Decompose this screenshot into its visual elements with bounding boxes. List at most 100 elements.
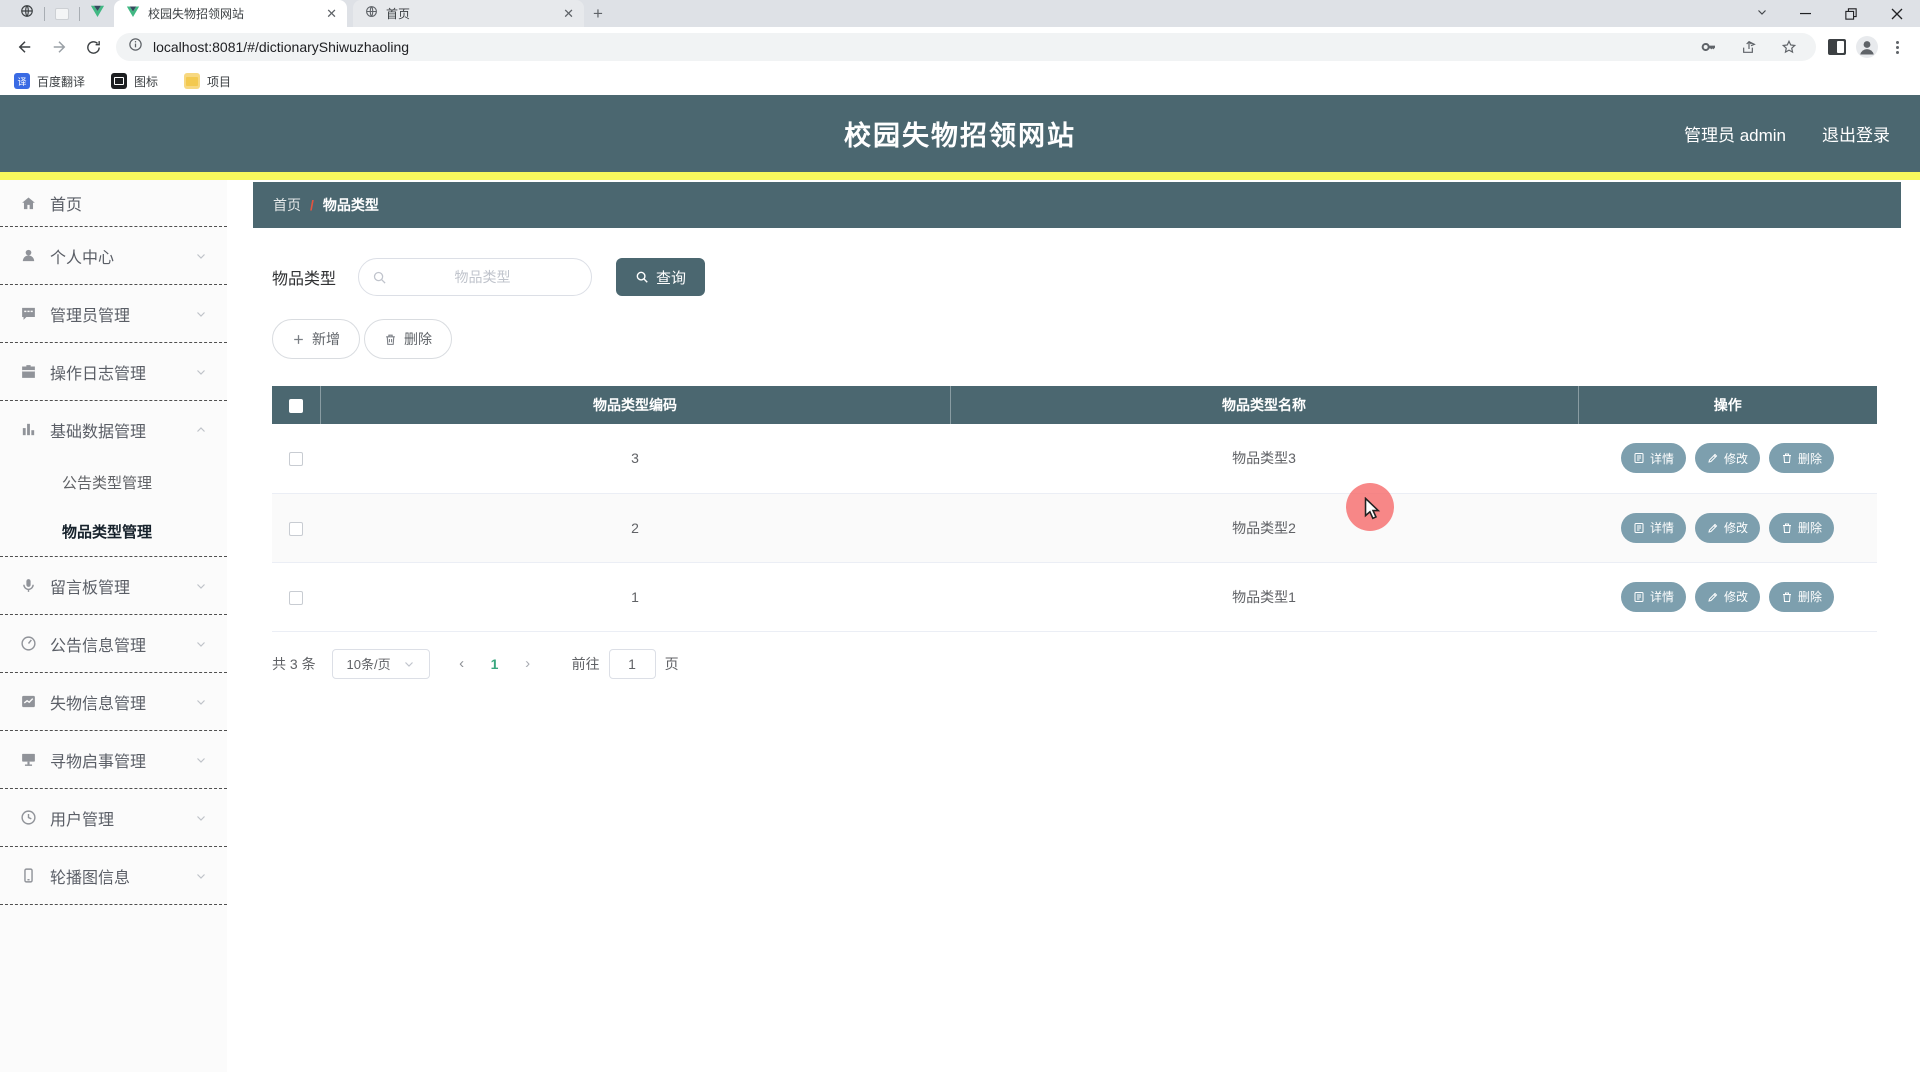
vue-logo-icon	[126, 5, 140, 23]
query-button[interactable]: 查询	[616, 258, 706, 296]
detail-button[interactable]: 详情	[1620, 581, 1686, 612]
sidebar-item-basic-data[interactable]: 基础数据管理	[0, 401, 227, 458]
row-delete-button[interactable]: 删除	[1769, 512, 1835, 543]
bookmark-baidu-translate[interactable]: 译 百度翻译	[14, 73, 85, 90]
cell-code: 3	[320, 424, 950, 494]
sidebar-item-home[interactable]: 首页	[0, 180, 227, 226]
sidebar-item-personal-center[interactable]: 个人中心	[0, 227, 227, 284]
bookmark-project[interactable]: 项目	[184, 73, 231, 90]
select-all-cell	[272, 386, 321, 424]
next-page-button[interactable]: ›	[510, 655, 546, 672]
search-input[interactable]	[387, 269, 579, 285]
table-row: 1 物品类型1 详情 修改 删除	[272, 562, 1877, 632]
table-toolbar: 新增 删除	[272, 319, 1882, 359]
breadcrumb-home-link[interactable]: 首页	[273, 195, 301, 215]
row-checkbox[interactable]	[289, 590, 303, 605]
sidebar-item-label: 操作日志管理	[50, 365, 147, 383]
pinned-tab-blank[interactable]	[45, 0, 79, 27]
browser-url-bar: localhost:8081/#/dictionaryShiwuzhaoling	[0, 27, 1920, 67]
pinned-tab-vue[interactable]	[80, 0, 114, 27]
share-icon[interactable]	[1734, 32, 1764, 62]
sidebar-subitem-notice-type[interactable]: 公告类型管理	[0, 458, 227, 507]
url-text[interactable]: localhost:8081/#/dictionaryShiwuzhaoling	[153, 39, 409, 55]
vue-logo-icon	[90, 4, 105, 23]
reload-button[interactable]	[76, 30, 110, 64]
edit-button[interactable]: 修改	[1694, 443, 1760, 474]
omnibox[interactable]: localhost:8081/#/dictionaryShiwuzhaoling	[116, 33, 1816, 61]
add-button[interactable]: 新增	[272, 319, 360, 359]
window-close-button[interactable]	[1874, 0, 1920, 27]
row-delete-button[interactable]: 删除	[1769, 443, 1835, 474]
sidebar-item-label: 公告信息管理	[50, 637, 147, 655]
image-icon	[111, 73, 128, 89]
browser-menu-icon[interactable]	[1882, 32, 1912, 62]
column-header-actions: 操作	[1578, 386, 1877, 424]
password-key-icon[interactable]	[1694, 32, 1724, 62]
side-panel-icon[interactable]	[1822, 32, 1852, 62]
breadcrumb-separator: /	[310, 197, 314, 213]
page-size-select[interactable]: 10条/页	[331, 648, 430, 679]
row-checkbox[interactable]	[289, 521, 303, 536]
detail-button[interactable]: 详情	[1620, 512, 1686, 543]
tab-close-icon[interactable]: ✕	[326, 7, 337, 20]
pinned-tab-globe[interactable]	[10, 0, 44, 27]
edit-button[interactable]: 修改	[1694, 512, 1760, 543]
row-delete-button[interactable]: 删除	[1769, 581, 1835, 612]
chevron-down-icon	[195, 696, 207, 708]
sidebar-item-user-management[interactable]: 用户管理	[0, 789, 227, 846]
sidebar-item-lost-info[interactable]: 失物信息管理	[0, 673, 227, 730]
sidebar-item-label: 寻物启事管理	[50, 753, 147, 771]
tab-title: 首页	[386, 7, 411, 21]
window-restore-button[interactable]	[1828, 0, 1874, 27]
back-button[interactable]	[8, 30, 42, 64]
sidebar-subitem-item-type[interactable]: 物品类型管理	[0, 507, 227, 556]
sidebar-item-admin-management[interactable]: 管理员管理	[0, 285, 227, 342]
tab-search-chevron-icon[interactable]	[1742, 5, 1782, 23]
sidebar-item-label: 基础数据管理	[50, 423, 147, 441]
bar-chart-icon	[20, 421, 37, 438]
logout-link[interactable]: 退出登录	[1822, 121, 1890, 146]
prev-page-button[interactable]: ‹	[444, 655, 480, 672]
page-unit-label: 页	[664, 655, 679, 672]
pencil-icon	[1708, 523, 1718, 533]
goto-page-input[interactable]	[608, 648, 656, 679]
browser-tab-secondary[interactable]: 首页 ✕	[353, 0, 584, 27]
profile-avatar[interactable]	[1852, 32, 1882, 62]
sidebar-item-operation-log[interactable]: 操作日志管理	[0, 343, 227, 400]
chevron-down-icon	[195, 308, 207, 320]
blank-page-icon	[55, 7, 69, 20]
chevron-down-icon	[403, 658, 415, 670]
window-minimize-button[interactable]	[1782, 0, 1828, 27]
chevron-down-icon	[195, 250, 207, 262]
search-row: 物品类型 查询	[272, 258, 1882, 296]
row-checkbox[interactable]	[289, 452, 303, 467]
mobile-icon	[20, 867, 37, 884]
new-tab-button[interactable]: +	[584, 0, 612, 27]
bookmark-star-icon[interactable]	[1774, 32, 1804, 62]
chevron-down-icon	[195, 870, 207, 882]
table-row: 3 物品类型3 详情 修改 删除	[272, 424, 1877, 494]
search-input-wrapper	[358, 258, 593, 296]
sidebar-item-message-board[interactable]: 留言板管理	[0, 557, 227, 614]
delete-button[interactable]: 删除	[364, 319, 452, 359]
detail-button[interactable]: 详情	[1620, 443, 1686, 474]
current-page-number[interactable]: 1	[480, 656, 510, 672]
sidebar-item-notice-info[interactable]: 公告信息管理	[0, 615, 227, 672]
sidebar-item-carousel-info[interactable]: 轮播图信息	[0, 847, 227, 904]
select-all-checkbox[interactable]	[288, 399, 303, 414]
site-info-icon[interactable]	[128, 37, 143, 57]
forward-button[interactable]	[42, 30, 76, 64]
sidebar-item-label: 用户管理	[50, 811, 115, 829]
chevron-down-icon	[195, 638, 207, 650]
briefcase-icon	[20, 363, 37, 380]
breadcrumb: 首页 / 物品类型	[253, 182, 1901, 228]
browser-tab-active[interactable]: 校园失物招领网站 ✕	[114, 0, 347, 27]
edit-button[interactable]: 修改	[1694, 581, 1760, 612]
bookmark-icons[interactable]: 图标	[111, 73, 158, 90]
trash-icon	[1783, 523, 1791, 533]
chevron-down-icon	[195, 580, 207, 592]
document-icon	[1634, 522, 1644, 533]
sidebar-item-found-notice[interactable]: 寻物启事管理	[0, 731, 227, 788]
tab-close-icon[interactable]: ✕	[563, 7, 574, 20]
globe-icon	[20, 4, 34, 23]
